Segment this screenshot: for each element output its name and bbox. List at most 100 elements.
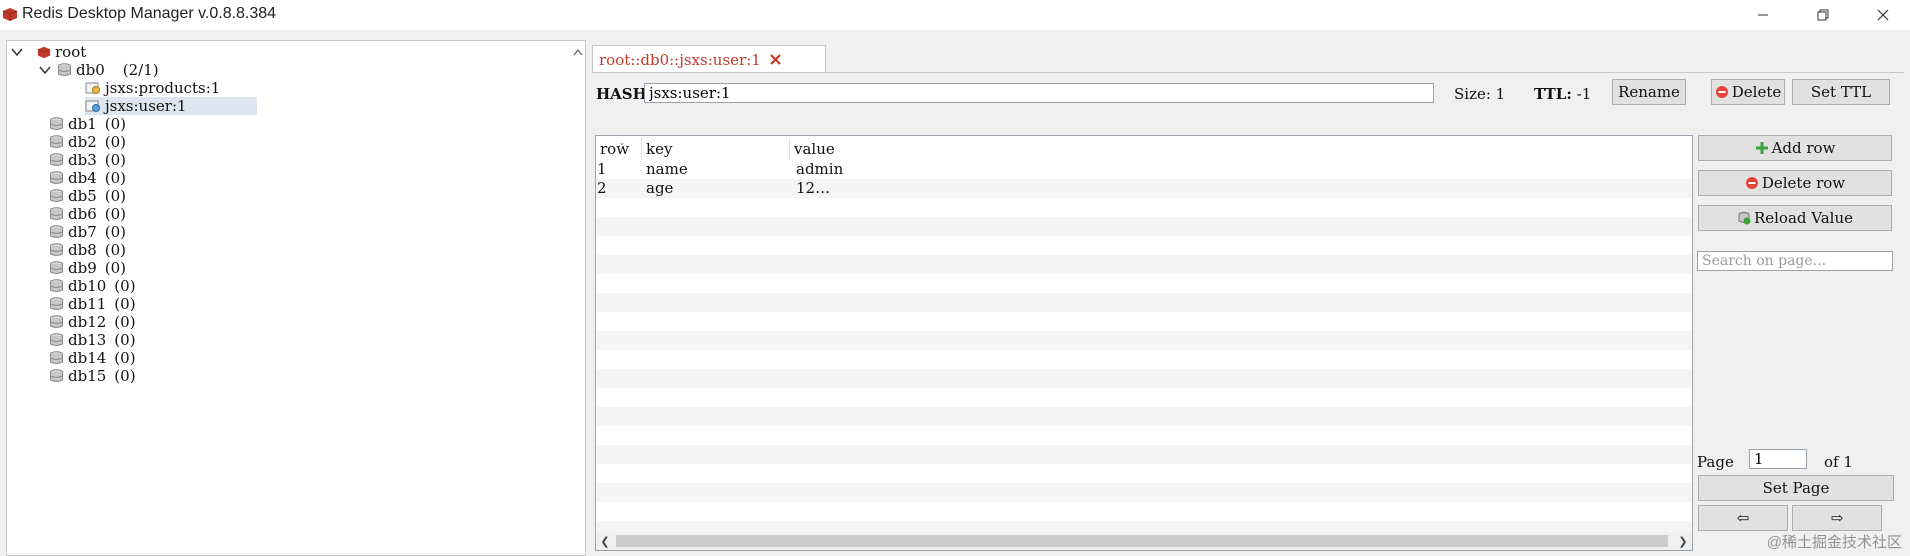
- ttl-label: TTL: -1: [1534, 85, 1591, 103]
- key-name-input[interactable]: [644, 83, 1434, 103]
- tree-db-count: (0): [114, 367, 136, 385]
- cell-row: 1: [597, 160, 607, 178]
- cell-value: 12…: [796, 179, 831, 197]
- scroll-left-icon[interactable]: ❮: [598, 534, 612, 548]
- column-header-value[interactable]: value: [790, 138, 930, 160]
- redis-app-icon: [2, 8, 18, 21]
- horizontal-scrollbar[interactable]: ❮ ❯: [596, 532, 1692, 550]
- scrollbar-thumb[interactable]: [616, 535, 1668, 547]
- database-icon: [50, 315, 63, 328]
- tree-item-db0[interactable]: db0 (2/1): [39, 61, 159, 79]
- tree-db-label: db9: [68, 259, 97, 277]
- restore-button[interactable]: [1800, 0, 1846, 30]
- rename-button[interactable]: Rename: [1612, 79, 1686, 105]
- delete-row-label: Delete row: [1761, 174, 1846, 192]
- database-icon: [50, 333, 63, 346]
- tree-db-count: (0): [104, 169, 126, 187]
- tree-key-label: jsxs:products:1: [105, 79, 221, 97]
- database-icon: [50, 135, 63, 148]
- tree-item-db[interactable]: db1 (0): [49, 115, 126, 133]
- tree-item-db[interactable]: db7 (0): [49, 223, 126, 241]
- tree-db-count: (0): [104, 241, 126, 259]
- tree-item-root[interactable]: root: [11, 43, 86, 61]
- tree-item-db[interactable]: db5 (0): [49, 187, 126, 205]
- chevron-down-icon[interactable]: [39, 64, 51, 76]
- tree-item-db[interactable]: db11 (0): [49, 295, 136, 313]
- table-row[interactable]: 2 age 12…: [596, 179, 1692, 198]
- tab-key-view[interactable]: root::db0::jsxs:user:1: [592, 45, 826, 73]
- tab-label: root::db0::jsxs:user:1: [599, 50, 761, 69]
- delete-row-button[interactable]: Delete row: [1698, 170, 1892, 196]
- title-bar: Redis Desktop Manager v.0.8.8.384: [0, 0, 1910, 30]
- tree-item-db[interactable]: db9 (0): [49, 259, 126, 277]
- tree-db-label: db14: [68, 349, 107, 367]
- close-tab-icon[interactable]: [769, 53, 782, 66]
- close-window-button[interactable]: [1860, 0, 1906, 30]
- tree-key-item-selected[interactable]: jsxs:user:1: [85, 97, 257, 115]
- next-page-icon: ⇨: [1830, 509, 1844, 527]
- tree-db-label: db3: [68, 151, 97, 169]
- delete-icon: [1745, 177, 1758, 189]
- chevron-down-icon[interactable]: [11, 46, 23, 58]
- column-header-key[interactable]: key: [642, 138, 790, 160]
- tree-item-db[interactable]: db8 (0): [49, 241, 126, 259]
- cell-row: 2: [597, 179, 607, 197]
- value-table[interactable]: row ⌄ key value 1 name admin 2 age 12… ❮: [595, 135, 1693, 551]
- tree-db-label: db1: [68, 115, 97, 133]
- scroll-up-arrow[interactable]: [569, 43, 586, 61]
- add-row-label: Add row: [1771, 139, 1836, 157]
- tree-key-item[interactable]: jsxs:products:1: [85, 79, 220, 97]
- sort-caret-icon: ⌄: [618, 138, 626, 148]
- tree-db-count: (0): [114, 295, 136, 313]
- table-row[interactable]: 1 name admin: [596, 160, 1692, 179]
- next-page-button[interactable]: ⇨: [1792, 505, 1882, 531]
- empty-table-row: [596, 198, 1692, 217]
- rename-label: Rename: [1618, 83, 1680, 101]
- page-label: Page: [1697, 453, 1734, 471]
- page-total-label: of 1: [1824, 453, 1853, 471]
- tree-db-count: (0): [104, 151, 126, 169]
- search-on-page-input[interactable]: [1697, 251, 1893, 271]
- tree-db-label: db15: [68, 367, 107, 385]
- minimize-button[interactable]: [1740, 0, 1786, 30]
- prev-page-button[interactable]: ⇦: [1698, 505, 1788, 531]
- tree-item-db[interactable]: db10 (0): [49, 277, 136, 295]
- add-row-button[interactable]: Add row: [1698, 135, 1892, 161]
- hash-key-icon: [85, 100, 100, 112]
- database-icon: [50, 189, 63, 202]
- tree-db-label: db5: [68, 187, 97, 205]
- reload-value-button[interactable]: Reload Value: [1698, 205, 1892, 231]
- set-page-label: Set Page: [1762, 479, 1830, 497]
- column-header-label: value: [794, 140, 835, 158]
- empty-table-row: [596, 331, 1692, 350]
- tree-db-count: (0): [104, 133, 126, 151]
- set-ttl-button[interactable]: Set TTL: [1792, 79, 1890, 105]
- ttl-value: -1: [1576, 85, 1592, 103]
- reload-value-label: Reload Value: [1753, 209, 1854, 227]
- column-header-row[interactable]: row ⌄: [596, 138, 642, 160]
- tree-item-db[interactable]: db3 (0): [49, 151, 126, 169]
- tree-db-count: (0): [114, 331, 136, 349]
- tree-item-db[interactable]: db4 (0): [49, 169, 126, 187]
- scroll-right-icon[interactable]: ❯: [1676, 534, 1690, 548]
- database-icon: [58, 63, 71, 76]
- empty-table-row: [596, 369, 1692, 388]
- tree-item-db[interactable]: db6 (0): [49, 205, 126, 223]
- page-number-input[interactable]: [1749, 449, 1807, 469]
- empty-table-row: [596, 293, 1692, 312]
- tree-item-db[interactable]: db13 (0): [49, 331, 136, 349]
- tree-item-db[interactable]: db12 (0): [49, 313, 136, 331]
- tree-item-db[interactable]: db2 (0): [49, 133, 126, 151]
- tree-db0-count: (2/1): [122, 61, 159, 79]
- cell-key: name: [646, 160, 688, 178]
- tree-item-db[interactable]: db14 (0): [49, 349, 136, 367]
- delete-key-button[interactable]: Delete: [1711, 79, 1785, 105]
- tree-item-db[interactable]: db15 (0): [49, 367, 136, 385]
- set-page-button[interactable]: Set Page: [1698, 475, 1894, 501]
- prev-page-icon: ⇦: [1736, 509, 1750, 527]
- database-icon: [50, 279, 63, 292]
- empty-table-row: [596, 426, 1692, 445]
- delete-label: Delete: [1731, 83, 1782, 101]
- minimize-icon: [1758, 14, 1768, 16]
- tree-root-label: root: [55, 43, 87, 61]
